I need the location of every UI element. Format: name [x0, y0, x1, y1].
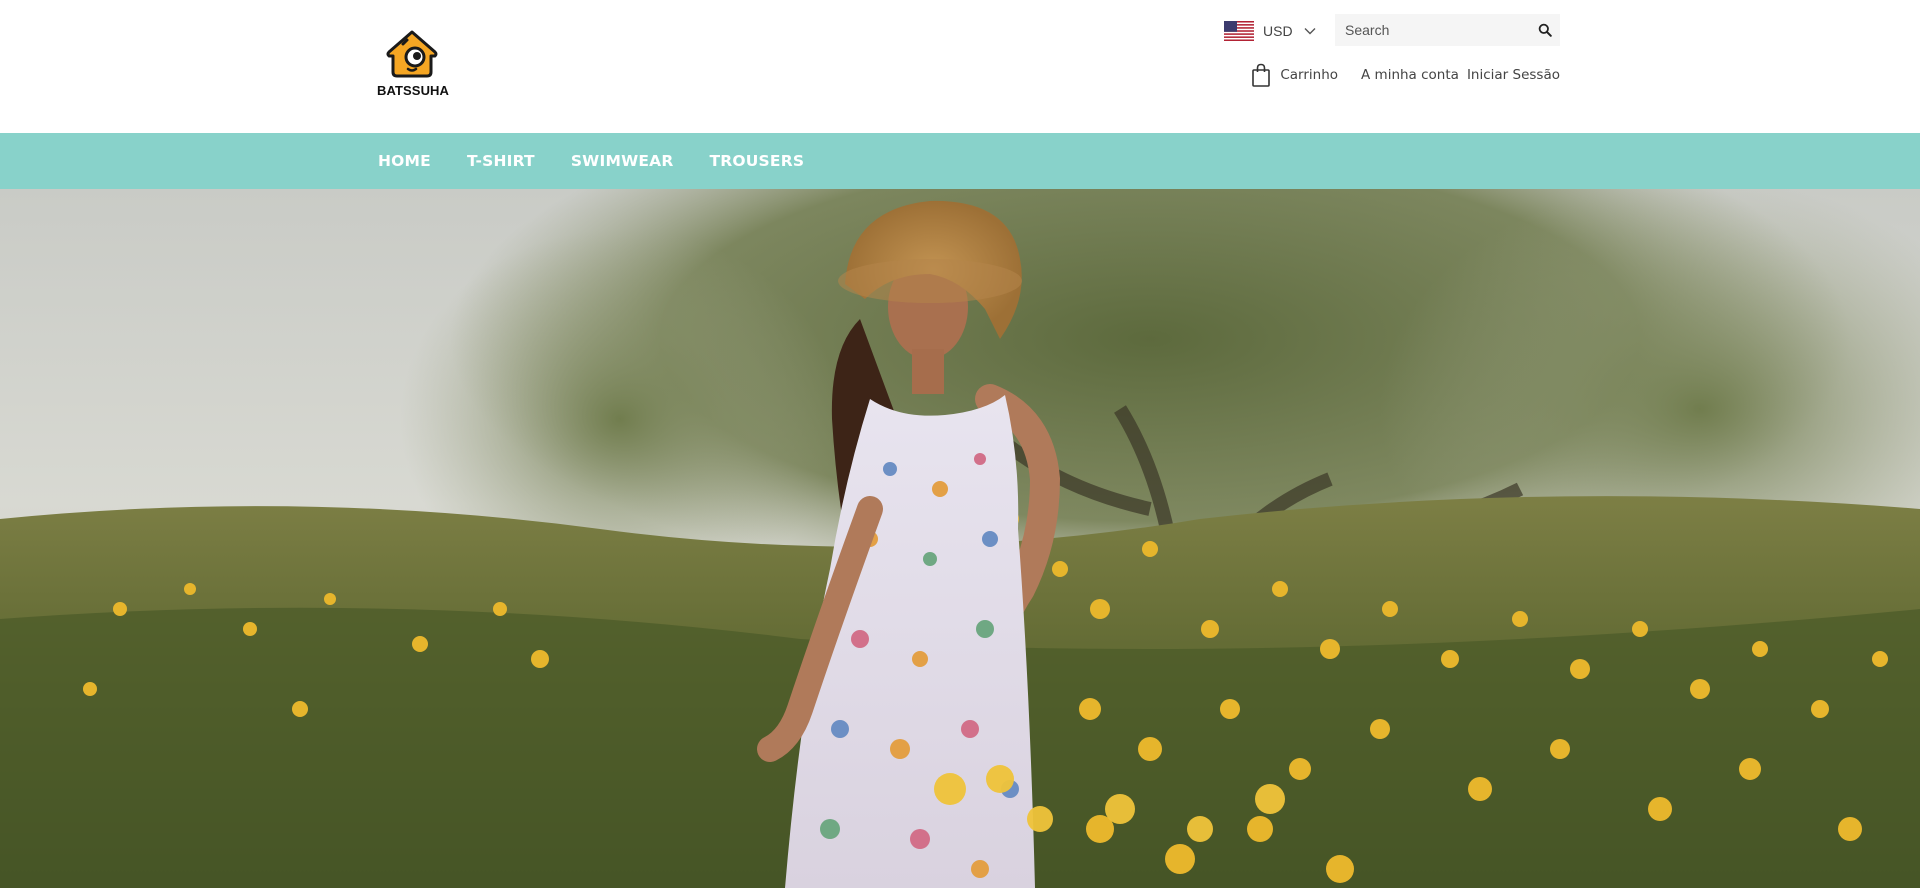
main-nav: HOME T-SHIRT SWIMWEAR TROUSERS: [0, 133, 1920, 189]
cart-link[interactable]: Carrinho: [1251, 63, 1338, 87]
shopping-bag-icon: [1252, 63, 1271, 87]
search-box: [1335, 14, 1560, 46]
us-flag-icon: [1224, 21, 1254, 41]
search-input[interactable]: [1335, 14, 1525, 46]
my-account-link[interactable]: A minha conta: [1361, 67, 1459, 83]
currency-code: USD: [1263, 23, 1293, 39]
nav-item-trousers: TROUSERS: [709, 152, 804, 171]
search-icon[interactable]: [1538, 23, 1552, 37]
nav-item-t-shirt: T-SHIRT: [467, 152, 535, 171]
nav-list: HOME T-SHIRT SWIMWEAR TROUSERS: [378, 133, 840, 189]
nav-link-home[interactable]: HOME: [378, 152, 431, 170]
hero-banner[interactable]: [0, 189, 1920, 888]
house-camera-logo-icon: [386, 30, 438, 78]
chevron-down-icon: [1304, 28, 1316, 35]
currency-selector[interactable]: USD: [1224, 20, 1316, 42]
nav-item-swimwear: SWIMWEAR: [571, 152, 674, 171]
hero-photo: [0, 189, 1920, 888]
brand-name: BATSSUHA: [376, 83, 450, 98]
brand-logo[interactable]: BATSSUHA: [375, 30, 451, 100]
nav-item-home: HOME: [378, 152, 431, 171]
cart-label: Carrinho: [1280, 67, 1339, 83]
account-links: Carrinho A minha conta Iniciar Sessão: [1251, 62, 1560, 88]
site-header: BATSSUHA USD Search Carrinho A minha con…: [0, 0, 1920, 133]
nav-link-t-shirt[interactable]: T-SHIRT: [467, 152, 535, 170]
nav-link-swimwear[interactable]: SWIMWEAR: [571, 152, 674, 170]
nav-link-trousers[interactable]: TROUSERS: [709, 152, 804, 170]
login-link[interactable]: Iniciar Sessão: [1467, 67, 1560, 83]
